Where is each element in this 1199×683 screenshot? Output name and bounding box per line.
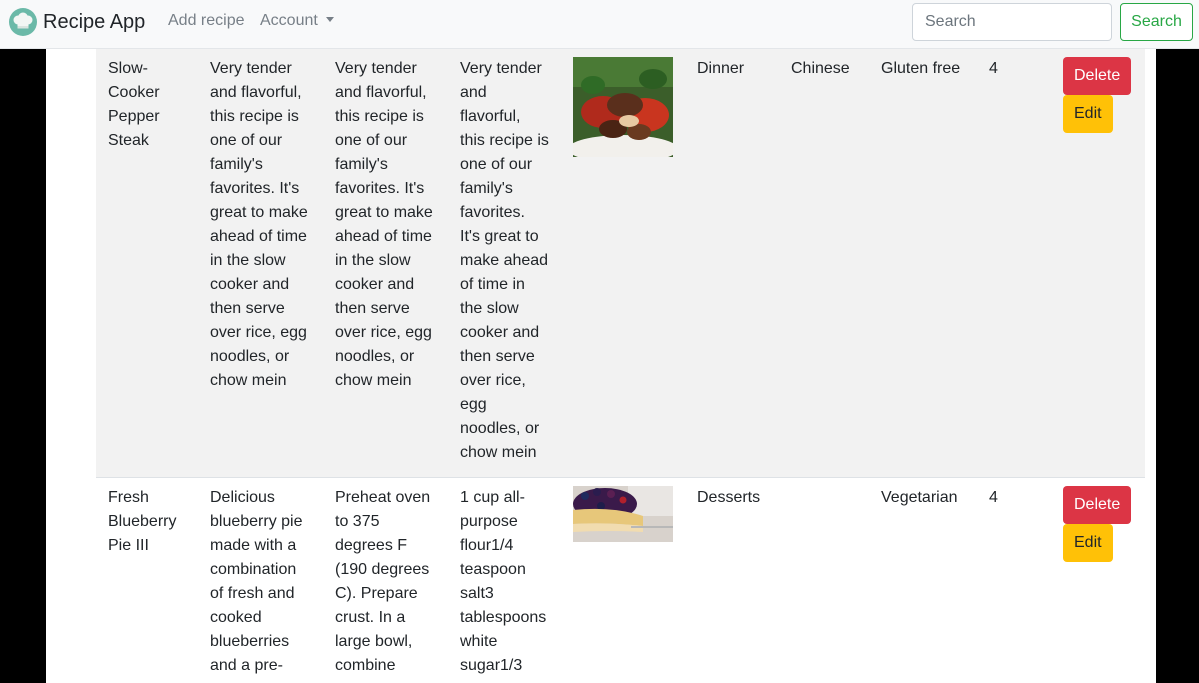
recipe-directions: Preheat oven to 375 degrees F (190 degre… bbox=[323, 477, 448, 683]
recipe-cuisine bbox=[779, 477, 869, 683]
nav-account-dropdown[interactable]: Account bbox=[260, 12, 334, 30]
navbar: Recipe App Add recipe Account Search bbox=[0, 0, 1199, 49]
delete-button[interactable]: Delete bbox=[1063, 486, 1132, 524]
recipe-image-cell bbox=[561, 477, 685, 683]
recipe-name: Slow-Cooker Pepper Steak bbox=[96, 49, 198, 478]
recipe-diet: Gluten free bbox=[869, 49, 977, 478]
recipe-rating: 4 bbox=[977, 477, 1051, 683]
recipe-actions: Delete Edit bbox=[1051, 49, 1145, 478]
recipe-diet: Vegetarian bbox=[869, 477, 977, 683]
brand-text: Recipe App bbox=[43, 10, 146, 33]
table-row: Slow-Cooker Pepper Steak Very tender and… bbox=[96, 49, 1145, 478]
recipe-description: Very tender and flavorful, this recipe i… bbox=[198, 49, 323, 478]
recipe-ingredients: 1 cup all-purpose flour1/4 teaspoon salt… bbox=[448, 477, 561, 683]
search-input[interactable] bbox=[912, 3, 1112, 41]
nav-account-label: Account bbox=[260, 12, 318, 29]
nav-add-recipe[interactable]: Add recipe bbox=[168, 12, 245, 30]
search-button[interactable]: Search bbox=[1120, 3, 1193, 41]
recipe-rating: 4 bbox=[977, 49, 1051, 478]
edit-button[interactable]: Edit bbox=[1063, 95, 1113, 133]
caret-down-icon bbox=[325, 17, 334, 22]
recipe-ingredients: Very tender and flavorful, this recipe i… bbox=[448, 49, 561, 478]
recipe-cuisine: Chinese bbox=[779, 49, 869, 478]
chef-hat-logo-icon bbox=[9, 8, 37, 36]
recipe-category: Desserts bbox=[685, 477, 779, 683]
recipe-name: Fresh Blueberry Pie III bbox=[96, 477, 198, 683]
recipe-actions: Delete Edit bbox=[1051, 477, 1145, 683]
recipe-image bbox=[573, 57, 673, 157]
recipe-image-cell bbox=[561, 49, 685, 478]
recipe-table: Slow-Cooker Pepper Steak Very tender and… bbox=[96, 49, 1145, 683]
recipe-description: Delicious blueberry pie made with a comb… bbox=[198, 477, 323, 683]
recipe-directions: Very tender and flavorful, this recipe i… bbox=[323, 49, 448, 478]
brand-link[interactable]: Recipe App bbox=[9, 7, 145, 37]
main-content: Slow-Cooker Pepper Steak Very tender and… bbox=[46, 49, 1156, 683]
recipe-image bbox=[573, 486, 673, 542]
table-row: Fresh Blueberry Pie III Delicious bluebe… bbox=[96, 477, 1145, 683]
delete-button[interactable]: Delete bbox=[1063, 57, 1132, 95]
recipe-category: Dinner bbox=[685, 49, 779, 478]
edit-button[interactable]: Edit bbox=[1063, 524, 1113, 562]
